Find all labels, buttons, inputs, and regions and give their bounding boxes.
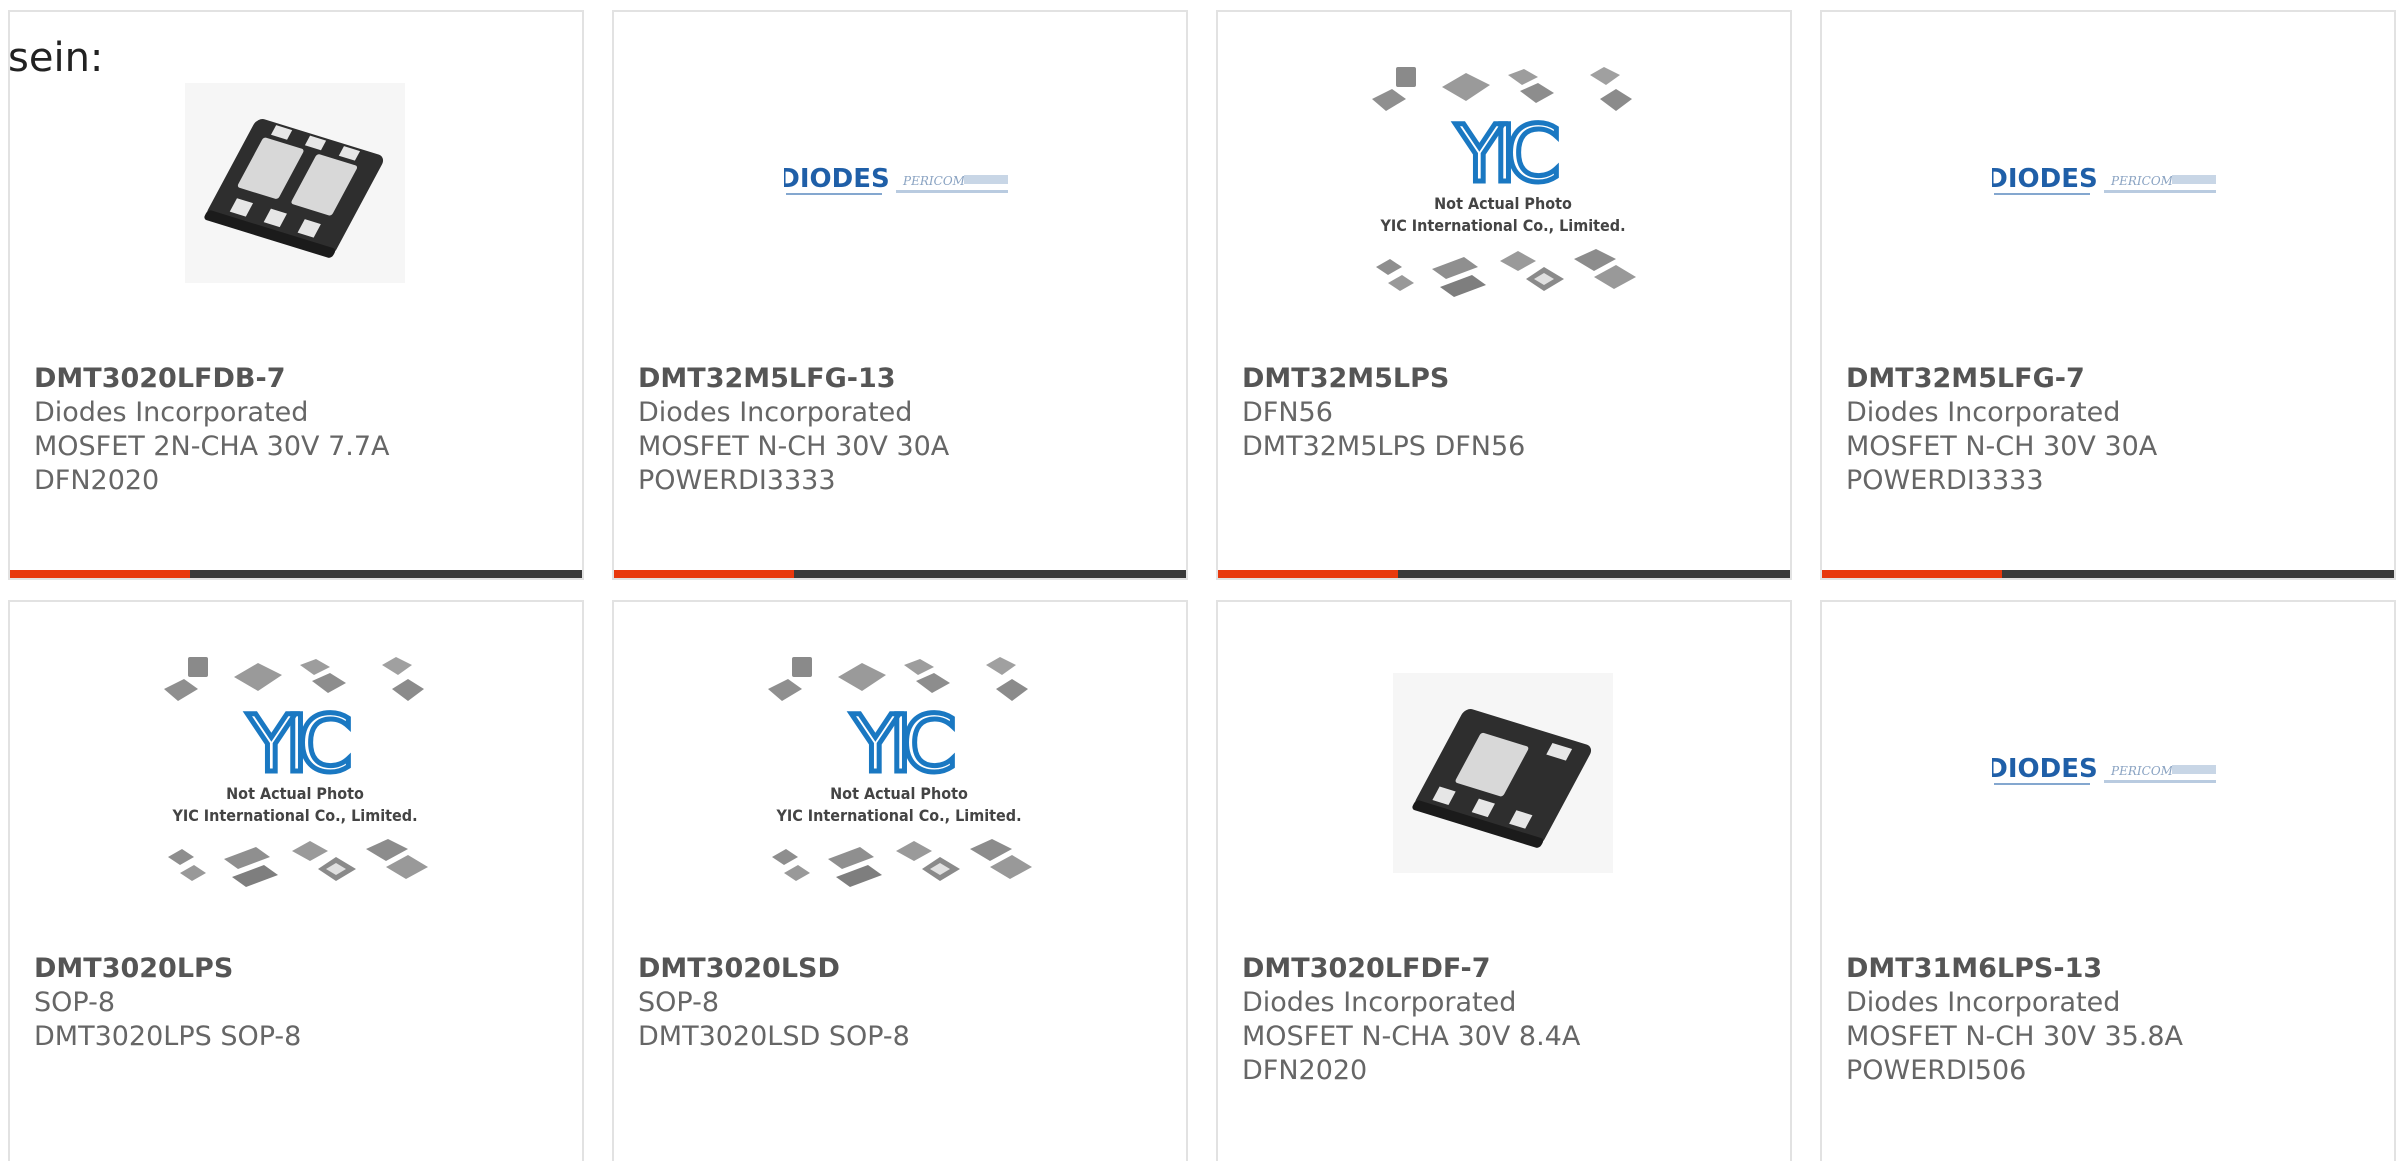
product-detail-line: DMT3020LSD SOP-8 <box>638 1021 910 1052</box>
card-footer-bar <box>10 570 582 578</box>
product-card[interactable]: YIC Not Actual Photo YIC International Co.… <box>612 600 1188 1161</box>
product-detail-line: Diodes Incorporated <box>34 397 309 428</box>
not-actual-photo-text: Not Actual Photo <box>226 784 364 803</box>
product-image[interactable]: DIODES PERICOM <box>1942 78 2272 288</box>
part-number[interactable]: DMT3020LPS <box>34 952 562 986</box>
pericom-logo-text: PERICOM <box>2110 174 2174 188</box>
product-info: DMT3020LPS SOP-8 DMT3020LPS SOP-8 <box>34 952 562 1054</box>
diodes-pericom-logo: DIODES PERICOM <box>784 164 1008 195</box>
diodes-logo-text: DIODES <box>1992 164 2098 194</box>
chip-package-image <box>1393 673 1613 873</box>
product-info: DMT31M6LPS-13 Diodes Incorporated MOSFET N… <box>1846 952 2374 1088</box>
product-detail-line: DFN2020 <box>34 465 160 496</box>
part-number[interactable]: DMT3020LFDB-7 <box>34 362 562 396</box>
product-detail-line: Diodes Incorporated <box>1846 397 2121 428</box>
product-card[interactable]: DIODES PERICOM DMT32M5LFG-13 Diodes Incorpo… <box>612 10 1188 580</box>
product-image[interactable]: DIODES PERICOM <box>734 78 1064 288</box>
chip-package-image <box>185 83 405 283</box>
not-actual-photo-text: Not Actual Photo <box>830 784 968 803</box>
diodes-logo-text: DIODES <box>784 164 890 194</box>
product-detail-line: MOSFET N-CHA 30V 8.4A <box>1242 1021 1581 1052</box>
yic-company-text: YIC International Co., Limited. <box>775 806 1021 825</box>
card-footer-bar <box>1218 570 1790 578</box>
yic-placeholder-image: YICNot Actual Photo YIC International Co.… <box>768 657 1032 887</box>
product-card[interactable]: YIC Not Actual Photo YIC International Co.… <box>8 600 584 1161</box>
part-number[interactable]: DMT31M6LPS-13 <box>1846 952 2374 986</box>
product-card[interactable]: DIODES PERICOM DMT31M6LPS-13 Diodes Incorpo… <box>1820 600 2396 1161</box>
product-detail-line: DFN2020 <box>1242 1055 1368 1086</box>
product-info: DMT3020LFDF-7 Diodes Incorporated MOSFET N… <box>1242 952 1770 1088</box>
product-card[interactable]: DMT3020LFDB-7 Diodes Incorporated MOSFET 2… <box>8 10 584 580</box>
product-detail-line: DMT32M5LPS DFN56 <box>1242 431 1526 462</box>
product-info: DMT3020LSD SOP-8 DMT3020LSD SOP-8 <box>638 952 1166 1054</box>
product-image[interactable]: YIC Not Actual Photo YIC International Co.… <box>1338 67 1668 297</box>
part-number[interactable]: DMT3020LSD <box>638 952 1166 986</box>
yic-placeholder-image: YICNot Actual Photo YIC International Co.… <box>164 657 428 887</box>
card-footer-bar <box>614 570 1186 578</box>
product-card[interactable]: DIODES PERICOM DMT32M5LFG-7 Diodes Incorpor… <box>1820 10 2396 580</box>
pericom-logo-text: PERICOM <box>902 174 966 188</box>
yic-company-text: YIC International Co., Limited. <box>171 806 417 825</box>
yic-placeholder-image: YICNot Actual Photo YIC International Co.… <box>1372 67 1636 297</box>
card-footer-accent <box>1218 570 1398 578</box>
product-info: DMT32M5LPS DFN56 DMT32M5LPS DFN56 <box>1242 362 1770 464</box>
product-info: DMT32M5LFG-13 Diodes Incorporated MOSFET N… <box>638 362 1166 498</box>
card-footer-bar <box>1822 570 2394 578</box>
product-info: DMT32M5LFG-7 Diodes Incorporated MOSFET N-… <box>1846 362 2374 498</box>
product-detail-line: SOP-8 <box>34 987 115 1018</box>
product-grid-page: sein: DMT3020LFDB-7 Diodes Incorporated MO… <box>0 0 2400 1161</box>
intro-text: sein: <box>8 35 104 81</box>
yic-logo: YIC <box>850 700 953 790</box>
product-image[interactable]: YIC Not Actual Photo YIC International Co.… <box>130 657 460 887</box>
product-detail-line: Diodes Incorporated <box>1242 987 1517 1018</box>
product-card[interactable]: YIC Not Actual Photo YIC International Co.… <box>1216 10 1792 580</box>
diodes-pericom-logo: DIODES PERICOM <box>1992 754 2216 785</box>
yic-company-text: YIC International Co., Limited. <box>1379 216 1625 235</box>
card-footer-accent <box>10 570 190 578</box>
product-detail-line: POWERDI506 <box>1846 1055 2027 1086</box>
part-number[interactable]: DMT32M5LFG-13 <box>638 362 1166 396</box>
yic-logo: YIC <box>1454 110 1557 200</box>
product-detail-line: DFN56 <box>1242 397 1333 428</box>
not-actual-photo-text: Not Actual Photo <box>1434 194 1572 213</box>
product-detail-line: POWERDI3333 <box>1846 465 2044 496</box>
product-detail-line: DMT3020LPS SOP-8 <box>34 1021 302 1052</box>
card-footer-accent <box>1822 570 2002 578</box>
card-footer-accent <box>614 570 794 578</box>
product-info: DMT3020LFDB-7 Diodes Incorporated MOSFET 2… <box>34 362 562 498</box>
product-card[interactable]: DMT3020LFDF-7 Diodes Incorporated MOSFET N… <box>1216 600 1792 1161</box>
product-detail-line: POWERDI3333 <box>638 465 836 496</box>
part-number[interactable]: DMT32M5LFG-7 <box>1846 362 2374 396</box>
pericom-logo-text: PERICOM <box>2110 764 2174 778</box>
product-detail-line: MOSFET 2N-CHA 30V 7.7A <box>34 431 390 462</box>
yic-logo: YIC <box>246 700 349 790</box>
part-number[interactable]: DMT32M5LPS <box>1242 362 1770 396</box>
product-detail-line: Diodes Incorporated <box>1846 987 2121 1018</box>
product-image[interactable] <box>130 78 460 288</box>
part-number[interactable]: DMT3020LFDF-7 <box>1242 952 1770 986</box>
product-image[interactable]: DIODES PERICOM <box>1942 668 2272 878</box>
diodes-logo-text: DIODES <box>1992 754 2098 784</box>
product-detail-line: SOP-8 <box>638 987 719 1018</box>
product-image[interactable] <box>1338 668 1668 878</box>
product-detail-line: MOSFET N-CH 30V 30A <box>1846 431 2158 462</box>
diodes-pericom-logo: DIODES PERICOM <box>1992 164 2216 195</box>
product-image[interactable]: YIC Not Actual Photo YIC International Co.… <box>734 657 1064 887</box>
product-detail-line: Diodes Incorporated <box>638 397 913 428</box>
product-detail-line: MOSFET N-CH 30V 30A <box>638 431 950 462</box>
product-detail-line: MOSFET N-CH 30V 35.8A <box>1846 1021 2184 1052</box>
